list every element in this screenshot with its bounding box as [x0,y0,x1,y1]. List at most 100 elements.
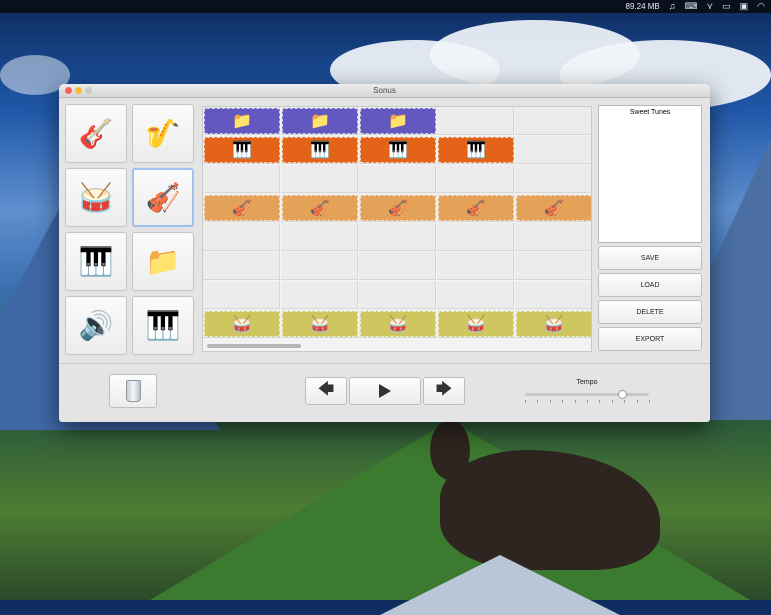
track-block[interactable]: 🎻 [438,195,514,221]
palette-tile[interactable]: 🎹 [65,232,127,291]
grid-cell[interactable] [359,281,436,309]
drum-kit-icon: 🥁 [310,316,330,333]
load-button[interactable]: LOAD [598,273,702,297]
synthesizer-icon: 🎹 [466,142,486,159]
drum-kit-icon: 🥁 [466,316,486,333]
grid-cell[interactable] [437,223,514,251]
drum-kit-icon: 🥁 [232,316,252,333]
grid-cell[interactable] [437,252,514,280]
palette-tile[interactable]: 🎹 [132,296,194,355]
grid-cell[interactable] [437,281,514,309]
track-block[interactable]: 🎹 [360,137,436,163]
grid-cell[interactable] [515,252,591,280]
track-block[interactable]: 📁 [204,108,280,134]
track-block[interactable]: 🎹 [282,137,358,163]
grid-cell[interactable] [515,136,591,164]
palette-tile[interactable]: 🥁 [65,168,127,227]
track-block[interactable]: 🎻 [204,195,280,221]
track-block[interactable]: 🎻 [516,195,591,221]
music-folder-icon: 📁 [388,113,408,130]
horizontal-scrollbar[interactable] [207,344,301,348]
grid-cell[interactable] [203,165,280,193]
grid-cell[interactable] [281,281,358,309]
music-icon[interactable]: ♫ [669,0,676,13]
palette-tile[interactable]: 📁 [132,232,194,291]
close-window-button[interactable] [65,87,72,94]
grid-cell[interactable] [515,165,591,193]
sonus-window: Sonus 🎸 🎷 🥁 🎻 🎹 📁 🔊 🎹 📁 📁 📁 🎹 🎹 🎹 🎹 🎻 🎻 🎻 🎻 🎻 🥁 🥁 🥁 🥁 🥁 Sweet T… [59,84,710,422]
track-block[interactable]: 🥁 [516,311,591,337]
airplay-icon[interactable]: ▭ [722,0,731,13]
grid-cell[interactable] [281,223,358,251]
minimize-window-button[interactable] [75,87,82,94]
music-folder-icon: 📁 [145,246,181,277]
memory-status[interactable]: 89.24 MB [626,2,660,11]
tempo-tick [636,400,638,403]
keyboard-icon[interactable]: ⌨ [685,0,698,13]
play-button[interactable] [349,377,421,405]
music-folder-icon: 📁 [310,113,330,130]
tempo-tick [599,400,601,403]
track-block[interactable]: 📁 [282,108,358,134]
palette-tile[interactable]: 🎷 [132,104,194,163]
track-block[interactable]: 📁 [360,108,436,134]
synthesizer-icon: 🎹 [232,142,252,159]
tempo-tick [624,400,626,403]
track-block[interactable]: 🥁 [204,311,280,337]
grid-cell[interactable] [437,107,514,135]
trash-button[interactable] [109,374,157,408]
save-button[interactable]: SAVE [598,246,702,270]
grand-piano-icon: 🎹 [78,246,114,277]
title-bar[interactable]: Sonus [59,84,710,98]
track-block[interactable]: 🎹 [438,137,514,163]
export-button[interactable]: EXPORT [598,327,702,351]
grid-cell[interactable] [359,223,436,251]
tempo-tick [587,400,588,403]
grid-cell[interactable] [437,165,514,193]
speaker-icon: 🔊 [78,310,114,341]
zoom-window-button[interactable] [85,87,92,94]
drum-kit-icon: 🥁 [544,316,564,333]
play-icon [379,384,391,398]
toolbar-divider [59,363,710,364]
grid-cell[interactable] [515,223,591,251]
song-list[interactable]: Sweet Tunes [598,105,702,243]
track-block[interactable]: 🎻 [282,195,358,221]
display-icon[interactable]: ▣ [740,0,749,13]
track-block[interactable]: 🥁 [360,311,436,337]
synthesizer-icon: 🎹 [145,310,181,341]
palette-tile[interactable]: 🎸 [65,104,127,163]
arrow-left-icon: 🡄 [317,380,335,398]
palette-tile[interactable]: 🎻 [132,168,194,227]
grid-cell[interactable] [359,252,436,280]
song-list-item[interactable]: Sweet Tunes [599,109,701,116]
violin-icon: 🎻 [145,182,181,213]
track-grid[interactable]: 📁 📁 📁 🎹 🎹 🎹 🎹 🎻 🎻 🎻 🎻 🎻 🥁 🥁 🥁 🥁 🥁 [202,106,592,352]
grid-cell[interactable] [281,252,358,280]
drum-kit-icon: 🥁 [78,182,114,213]
track-block[interactable]: 🥁 [282,311,358,337]
grid-cell[interactable] [515,107,591,135]
grid-cell[interactable] [281,165,358,193]
grid-cell[interactable] [515,281,591,309]
tempo-slider[interactable] [525,393,649,396]
tempo-slider-thumb[interactable] [617,390,627,399]
delete-button[interactable]: DELETE [598,300,702,324]
grid-cell[interactable] [203,223,280,251]
tempo-tick [649,400,650,403]
tempo-label: Tempo [576,379,598,386]
track-block[interactable]: 🎻 [360,195,436,221]
menu-bar: 89.24 MB ♫ ⌨ ⋎ ▭ ▣ ◠ [0,0,771,13]
violin-icon: 🎻 [466,200,486,217]
wifi-icon[interactable]: ◠ [757,0,765,13]
track-block[interactable]: 🥁 [438,311,514,337]
grid-cell[interactable] [203,252,280,280]
forward-button[interactable]: 🡆 [423,377,465,405]
back-button[interactable]: 🡄 [305,377,347,405]
grid-cell[interactable] [359,165,436,193]
track-block[interactable]: 🎹 [204,137,280,163]
network-icon[interactable]: ⋎ [707,0,714,13]
grid-cell[interactable] [203,281,280,309]
drum-kit-icon: 🥁 [388,316,408,333]
palette-tile[interactable]: 🔊 [65,296,127,355]
